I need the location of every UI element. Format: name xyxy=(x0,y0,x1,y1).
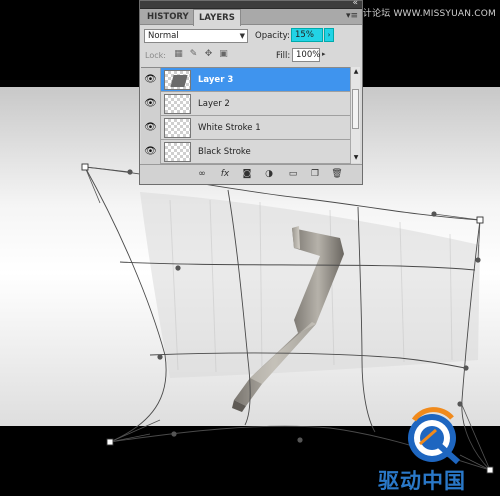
collapse-icon[interactable]: « xyxy=(352,0,358,8)
layer-list: 👁 Layer 3 👁 Layer 2 👁 White Stroke 1 👁 B… xyxy=(141,67,351,164)
mask-icon[interactable]: ◙ xyxy=(240,168,254,181)
trash-icon[interactable]: 🗑 xyxy=(330,168,344,181)
tab-layers[interactable]: LAYERS xyxy=(193,9,241,26)
layer-name: Black Stroke xyxy=(198,147,251,157)
layer-row[interactable]: 👁 Layer 2 xyxy=(141,92,351,116)
new-layer-icon[interactable]: ❐ xyxy=(308,168,322,181)
lock-position-icon[interactable]: ✥ xyxy=(203,49,214,60)
scroll-down-icon[interactable]: ▼ xyxy=(351,153,361,163)
eye-icon[interactable]: 👁 xyxy=(141,140,161,164)
eye-icon[interactable]: 👁 xyxy=(141,116,161,140)
eye-icon[interactable]: 👁 xyxy=(141,92,161,116)
scroll-up-icon[interactable]: ▲ xyxy=(351,67,361,77)
layer-name: Layer 2 xyxy=(198,99,230,109)
layer-row[interactable]: 👁 Black Stroke xyxy=(141,140,351,164)
fill-arrow-icon[interactable]: ▸ xyxy=(322,50,326,58)
fill-label: Fill: xyxy=(276,51,291,61)
layer-row[interactable]: 👁 Layer 3 xyxy=(141,68,351,92)
tab-history[interactable]: HISTORY xyxy=(142,9,194,25)
layer-name: Layer 3 xyxy=(198,75,234,85)
blend-mode-value: Normal xyxy=(148,31,179,41)
layer-scrollbar[interactable]: ▲ ▼ xyxy=(350,67,360,163)
layer-thumbnail xyxy=(164,118,191,138)
layers-panel: « HISTORY LAYERS ▾≡ Normal ▼ Opacity: 15… xyxy=(139,0,363,185)
chevron-down-icon: ▼ xyxy=(239,32,245,40)
logo-text: 驱动中国 xyxy=(378,469,466,493)
folder-icon[interactable]: ▭ xyxy=(286,168,300,181)
opacity-label: Opacity: xyxy=(255,31,290,41)
layer-name: White Stroke 1 xyxy=(198,123,261,133)
panel-title-bar[interactable]: « xyxy=(140,0,362,9)
lock-transparent-icon[interactable]: ▦ xyxy=(173,49,184,60)
panel-menu-icon[interactable]: ▾≡ xyxy=(346,11,358,21)
opacity-slider-arrow-icon[interactable]: › xyxy=(324,28,334,42)
opacity-field[interactable]: 15% xyxy=(291,28,323,42)
lock-brush-icon[interactable]: ✎ xyxy=(188,49,199,60)
adjustment-icon[interactable]: ◑ xyxy=(262,168,276,181)
eye-icon[interactable]: 👁 xyxy=(141,68,161,92)
fill-field[interactable]: 100% xyxy=(292,48,320,62)
fx-icon[interactable]: fx xyxy=(218,168,232,181)
logo-mark xyxy=(408,407,460,465)
lock-label: Lock: xyxy=(145,51,166,60)
panel-tabs: HISTORY LAYERS ▾≡ xyxy=(140,9,362,26)
lock-all-icon[interactable]: ▣ xyxy=(218,49,229,60)
blend-mode-select[interactable]: Normal ▼ xyxy=(144,29,248,43)
panel-footer: ∞ fx ◙ ◑ ▭ ❐ 🗑 xyxy=(140,164,362,184)
layer-thumbnail xyxy=(164,94,191,114)
link-icon[interactable]: ∞ xyxy=(195,168,209,181)
scroll-thumb[interactable] xyxy=(352,89,359,129)
layer-thumbnail xyxy=(164,70,191,90)
layer-row[interactable]: 👁 White Stroke 1 xyxy=(141,116,351,140)
layer-thumbnail xyxy=(164,142,191,162)
